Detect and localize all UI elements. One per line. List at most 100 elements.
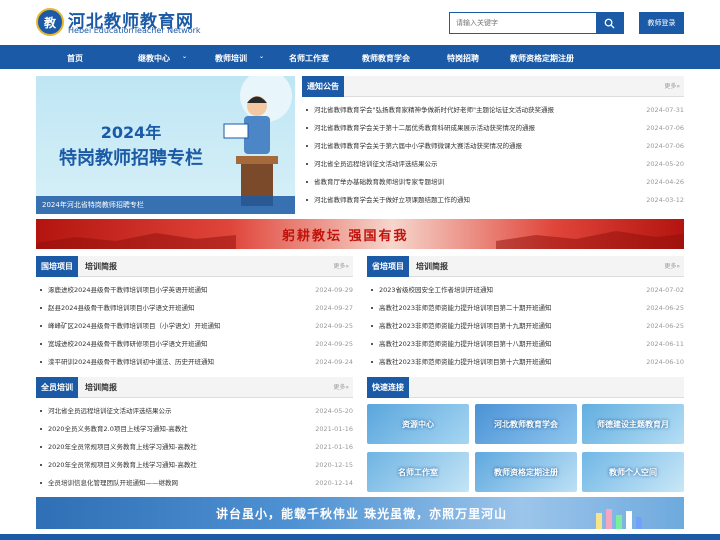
item-date: 2024-04-26 — [646, 178, 684, 186]
item-title[interactable]: 2020年全员常规项目义务教育上线学习通知-高教社 — [48, 456, 197, 474]
item-date: 2024-09-25 — [315, 340, 353, 348]
tab-shengpei[interactable]: 省培项目 — [367, 256, 409, 277]
nav-item-recruit[interactable]: 特岗招聘 — [447, 53, 479, 64]
list-item[interactable]: 2023省级校园安全工作者培训开班通知 2024-07-02 — [369, 281, 684, 299]
list-item[interactable]: 滦平研训2024县级骨干教师培训初中道法、历史开班通知 2024-09-24 — [38, 353, 353, 371]
item-title[interactable]: 峰峰矿区2024县级骨干教师培训项目（小学语文）开班通知 — [48, 317, 221, 335]
item-date: 2024-05-20 — [646, 160, 684, 168]
notice-more-link[interactable]: 更多» — [664, 76, 680, 97]
list-item[interactable]: 高教社2023非师范师资能力提升培训项目第十八期开班通知 2024-06-11 — [369, 335, 684, 353]
list-item[interactable]: 河北省教师教育学会"弘扬教育家精神争做新时代好老师"主题论坛征文活动获奖通报 20… — [304, 101, 684, 119]
item-title[interactable]: 滦平研训2024县级骨干教师培训初中道法、历史开班通知 — [48, 353, 214, 371]
item-title[interactable]: 高教社2023非师范师资能力提升培训项目第十九期开班通知 — [379, 317, 552, 335]
teacher-login-button[interactable]: 教师登录 — [639, 12, 684, 34]
list-item[interactable]: 高教社2023非师范师资能力提升培训项目第十九期开班通知 2024-06-25 — [369, 317, 684, 335]
site-header: 教 河北教师教育网 Hebei EducationTeacher Network… — [0, 0, 720, 45]
item-title[interactable]: 涿鹿进校2024县级骨干教师培训项目小学英语开班通知 — [48, 281, 208, 299]
quick-link-registration[interactable]: 教师资格定期注册 — [475, 452, 577, 492]
notice-title[interactable]: 通知公告 — [302, 76, 344, 97]
site-subtitle: Hebei EducationTeacher Network — [68, 26, 201, 35]
quick-link-personal-space[interactable]: 教师个人空间 — [582, 452, 684, 492]
item-title[interactable]: 河北省教师教育学会关于做好立项课题结题工作的通知 — [314, 191, 470, 209]
item-title[interactable]: 省教育厅举办基础教育教师培训专家专题培训 — [314, 173, 444, 191]
quanyuan-list: 河北省全员远程培训征文活动评选结果公示 2024-05-20 2020全员义务教育… — [38, 402, 353, 492]
item-title[interactable]: 2020年全员常规项目义务教育上线学习通知-高教社 — [48, 438, 197, 456]
quanyuan-more-link[interactable]: 更多» — [333, 377, 349, 398]
tab-quanyuan[interactable]: 全员培训 — [36, 377, 78, 398]
list-item[interactable]: 全员培训信息化管理团队开班通知——继教网 2020-12-14 — [38, 474, 353, 492]
bottom-slogan-banner[interactable]: 讲台虽小，能载千秋伟业 珠光虽微，亦照万里河山 — [36, 497, 684, 529]
list-item[interactable]: 河北省教师教育学会关于做好立项课题结题工作的通知 2024-03-12 — [304, 191, 684, 209]
quick-link-studio[interactable]: 名师工作室 — [367, 452, 469, 492]
banner-carousel[interactable]: 2024年 特岗教师招聘专栏 2024年河北省特岗教师招聘专栏 — [36, 76, 295, 214]
list-item[interactable]: 2020全员义务教育2.0项目上线学习通知-高教社 2021-01-16 — [38, 420, 353, 438]
item-title[interactable]: 高教社2023非师范师资能力提升培训项目第十八期开班通知 — [379, 335, 552, 353]
item-title[interactable]: 2023省级校园安全工作者培训开班通知 — [379, 281, 493, 299]
quick-link-ethics-month[interactable]: 师德建设主题教育月 — [582, 404, 684, 444]
tab-guopei[interactable]: 国培项目 — [36, 256, 78, 277]
list-item[interactable]: 高教社2023非师范师资能力提升培训项目第十六期开班通知 2024-06-10 — [369, 353, 684, 371]
nav-item-home[interactable]: 首页 — [67, 53, 83, 64]
notice-list: 河北省教师教育学会"弘扬教育家精神争做新时代好老师"主题论坛征文活动获奖通报 20… — [304, 101, 684, 209]
nav-item-training[interactable]: 教师培训 ⌄ — [215, 53, 264, 64]
item-title[interactable]: 赵县2024县级骨干教师培训项目小学语文开班通知 — [48, 299, 195, 317]
bullet-icon — [371, 307, 373, 309]
list-item[interactable]: 峰峰矿区2024县级骨干教师培训项目（小学语文）开班通知 2024-09-25 — [38, 317, 353, 335]
list-item[interactable]: 河北省全员远程培训征文活动评选结果公示 2024-05-20 — [38, 402, 353, 420]
nav-item-studio[interactable]: 名师工作室 — [289, 53, 329, 64]
item-title[interactable]: 河北省全员远程培训征文活动评选结果公示 — [314, 155, 438, 173]
list-item[interactable]: 宽城进校2024县级骨干教师研修项目小学语文开班通知 2024-09-25 — [38, 335, 353, 353]
bullet-icon — [371, 289, 373, 291]
tab-briefing[interactable]: 培训简报 — [416, 256, 448, 277]
item-title[interactable]: 2020全员义务教育2.0项目上线学习通知-高教社 — [48, 420, 188, 438]
bullet-icon — [306, 127, 308, 129]
item-title[interactable]: 河北省教师教育学会关于第十二届优秀教育科研成果展示活动获奖情况的通报 — [314, 119, 535, 137]
guopei-header: 国培项目 培训简报 更多» — [36, 256, 353, 277]
search-box — [449, 12, 624, 34]
guopei-more-link[interactable]: 更多» — [333, 256, 349, 277]
list-item[interactable]: 高教社2023非师范师资能力提升培训项目第二十期开班通知 2024-06-25 — [369, 299, 684, 317]
chevron-down-icon: ⌄ — [259, 53, 265, 60]
search-icon — [604, 18, 615, 29]
list-item[interactable]: 涿鹿进校2024县级骨干教师培训项目小学英语开班通知 2024-09-29 — [38, 281, 353, 299]
bullet-icon — [306, 199, 308, 201]
list-item[interactable]: 2020年全员常规项目义务教育上线学习通知-高教社 2021-01-16 — [38, 438, 353, 456]
shengpei-more-link[interactable]: 更多» — [664, 256, 680, 277]
item-date: 2021-01-16 — [315, 443, 353, 451]
item-title[interactable]: 河北省教师教育学会关于第六届中小学教师微课大赛活动获奖情况的通报 — [314, 137, 522, 155]
banner-caption[interactable]: 2024年河北省特岗教师招聘专栏 — [36, 196, 295, 214]
item-title[interactable]: 宽城进校2024县级骨干教师研修项目小学语文开班通知 — [48, 335, 208, 353]
item-date: 2024-06-10 — [646, 358, 684, 366]
list-item[interactable]: 河北省全员远程培训征文活动评选结果公示 2024-05-20 — [304, 155, 684, 173]
nav-item-society[interactable]: 教师教育学会 — [362, 53, 410, 64]
item-date: 2024-06-25 — [646, 322, 684, 330]
item-title[interactable]: 河北省教师教育学会"弘扬教育家精神争做新时代好老师"主题论坛征文活动获奖通报 — [314, 101, 554, 119]
quick-link-society[interactable]: 河北教师教育学会 — [475, 404, 577, 444]
site-logo-icon[interactable]: 教 — [36, 8, 64, 36]
tab-briefing[interactable]: 培训简报 — [85, 256, 117, 277]
item-date: 2024-09-29 — [315, 286, 353, 294]
tile-label: 名师工作室 — [398, 467, 438, 477]
nav-item-registration[interactable]: 教师资格定期注册 — [510, 53, 574, 64]
bullet-icon — [306, 181, 308, 183]
item-title[interactable]: 全员培训信息化管理团队开班通知——继教网 — [48, 474, 178, 492]
search-input[interactable] — [450, 13, 596, 33]
item-date: 2024-07-06 — [646, 124, 684, 132]
bottom-slogan-text: 讲台虽小，能载千秋伟业 珠光虽微，亦照万里河山 — [216, 507, 508, 521]
item-date: 2024-05-20 — [315, 407, 353, 415]
quick-link-resources[interactable]: 资源中心 — [367, 404, 469, 444]
list-item[interactable]: 2020年全员常规项目义务教育上线学习通知-高教社 2020-12-15 — [38, 456, 353, 474]
tab-briefing[interactable]: 培训简报 — [85, 377, 117, 398]
item-title[interactable]: 河北省全员远程培训征文活动评选结果公示 — [48, 402, 172, 420]
list-item[interactable]: 省教育厅举办基础教育教师培训专家专题培训 2024-04-26 — [304, 173, 684, 191]
quick-links-title: 快速连接 — [367, 377, 409, 398]
slogan-banner[interactable]: 躬耕教坛 强国有我 — [36, 219, 684, 249]
list-item[interactable]: 河北省教师教育学会关于第六届中小学教师微课大赛活动获奖情况的通报 2024-07-… — [304, 137, 684, 155]
list-item[interactable]: 河北省教师教育学会关于第十二届优秀教育科研成果展示活动获奖情况的通报 2024-0… — [304, 119, 684, 137]
list-item[interactable]: 赵县2024县级骨干教师培训项目小学语文开班通知 2024-09-27 — [38, 299, 353, 317]
nav-item-jijiao[interactable]: 继教中心 ⌄ — [138, 53, 187, 64]
search-button[interactable] — [596, 13, 623, 33]
item-title[interactable]: 高教社2023非师范师资能力提升培训项目第二十期开班通知 — [379, 299, 552, 317]
item-title[interactable]: 高教社2023非师范师资能力提升培训项目第十六期开班通知 — [379, 353, 552, 371]
item-date: 2024-09-24 — [315, 358, 353, 366]
